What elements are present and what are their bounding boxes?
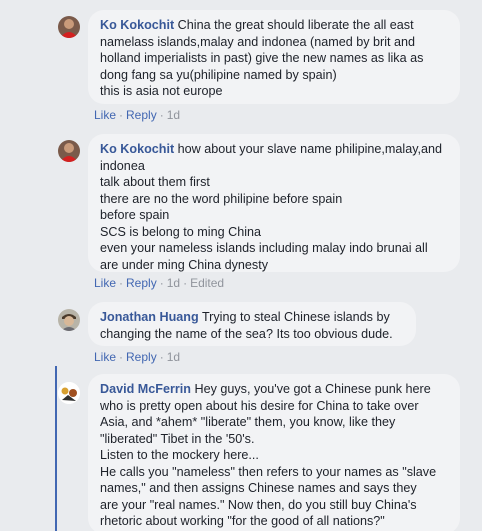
like-link[interactable]: Like	[94, 108, 116, 122]
comment-text: before spain	[100, 208, 170, 222]
comment-text: even your nameless islands including mal…	[100, 241, 428, 255]
avatar-ko-kokochit[interactable]	[58, 140, 80, 162]
comment-actions: Like · Reply · 1d	[94, 108, 181, 122]
timestamp[interactable]: 1d	[167, 276, 180, 290]
comment-text: Trying to steal Chinese islands by	[201, 310, 390, 324]
comment-author[interactable]: Ko Kokochit	[100, 142, 174, 156]
comment-text: China the great should liberate the all …	[177, 18, 414, 32]
comment-bubble: David McFerrin Hey guys, you've got a Ch…	[88, 374, 460, 531]
comment-actions: Like · Reply · 1d · Edited	[94, 276, 225, 290]
comment-bubble: Ko Kokochit how about your slave name ph…	[88, 134, 460, 272]
comment-text: Listen to the mockery here...	[100, 448, 259, 462]
comment-text: there are no the word philipine before s…	[100, 191, 343, 206]
comment-bubble: Jonathan Huang Trying to steal Chinese i…	[88, 302, 416, 346]
comment-text: indonea	[100, 158, 145, 173]
reply-link[interactable]: Reply	[126, 276, 157, 290]
comment-actions: Like · Reply · 1d	[94, 350, 181, 364]
comment-text: are your "real names." Now then, do you …	[100, 497, 417, 512]
reply-link[interactable]: Reply	[126, 350, 157, 364]
comment-text: rhetoric about working "for the good of …	[100, 514, 385, 528]
avatar-ko-kokochit[interactable]	[58, 16, 80, 38]
highlighted-thread-line	[55, 366, 57, 531]
timestamp[interactable]: 1d	[167, 108, 180, 122]
comment-bubble: Ko Kokochit China the great should liber…	[88, 10, 460, 104]
comment-text: changing the name of the sea? Its too ob…	[100, 326, 393, 341]
comment-author[interactable]: Ko Kokochit	[100, 18, 174, 32]
reply-link[interactable]: Reply	[126, 108, 157, 122]
comment-text: holland imperialists in past) give the n…	[100, 51, 424, 65]
comment-text: names," and then assigns Chinese names a…	[100, 481, 417, 495]
comment-text: SCS is belong to ming China	[100, 224, 262, 239]
comment-text: Asia, and *ahem* "liberate" them, you kn…	[100, 415, 396, 429]
comment-text: talk about them first	[100, 175, 210, 189]
comment-author[interactable]: Jonathan Huang	[100, 310, 199, 324]
avatar-image	[58, 16, 80, 38]
edited-label[interactable]: Edited	[190, 276, 224, 290]
like-link[interactable]: Like	[94, 350, 116, 364]
like-link[interactable]: Like	[94, 276, 116, 290]
comment-text: He calls you "nameless" then refers to y…	[100, 464, 437, 479]
comment-text: how about your slave name philipine,mala…	[177, 142, 443, 156]
avatar-image	[58, 309, 80, 331]
timestamp[interactable]: 1d	[167, 350, 180, 364]
comment-text: this is asia not europe	[100, 84, 223, 98]
avatar-jonathan-huang[interactable]	[58, 309, 80, 331]
avatar-image	[58, 382, 80, 404]
comment-text: Hey guys, you've got a Chinese punk here	[194, 382, 431, 396]
comment-text: "liberated" Tibet in the '50's.	[100, 431, 255, 446]
comment-text: namelass islands,malay and indonea (name…	[100, 34, 416, 49]
avatar-david-mcferrin[interactable]	[58, 382, 80, 404]
comment-text: who is pretty open about his desire for …	[100, 398, 419, 413]
comment-author[interactable]: David McFerrin	[100, 382, 191, 396]
avatar-image	[58, 140, 80, 162]
comment-text: are under ming China dynesty	[100, 257, 269, 272]
comment-text: dong fang sa yu(philipine named by spain…	[100, 67, 337, 82]
